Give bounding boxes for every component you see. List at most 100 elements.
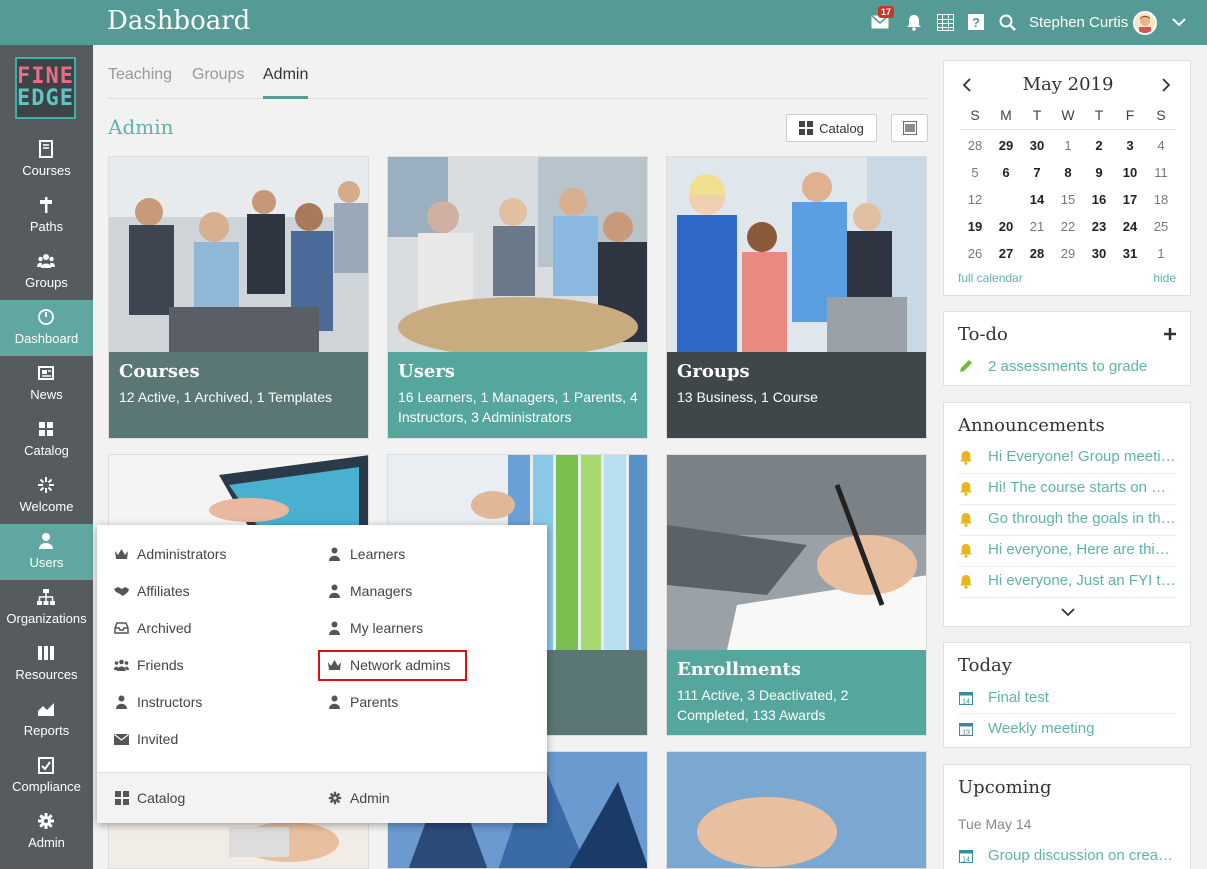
menu-item-label: Managers — [350, 583, 413, 599]
card-groups[interactable]: Groups 13 Business, 1 Course — [666, 156, 927, 439]
sidebar-item-organizations[interactable]: Organizations — [0, 580, 93, 636]
menu-item-affiliates[interactable]: Affiliates — [114, 581, 190, 601]
calendar-day[interactable]: 6 — [991, 159, 1021, 186]
calendar-day[interactable]: 2 — [1084, 132, 1114, 159]
calendar-day[interactable]: 9 — [1084, 159, 1114, 186]
calendar-weekday: T — [1094, 107, 1104, 123]
calendar-day[interactable]: 14 — [1022, 186, 1052, 213]
full-calendar-link[interactable]: full calendar — [958, 271, 1023, 285]
sidebar-item-welcome[interactable]: Welcome — [0, 468, 93, 524]
calendar-day[interactable]: 5 — [960, 159, 990, 186]
chevron-down-icon[interactable] — [1169, 12, 1189, 32]
sidebar-item-reports[interactable]: Reports — [0, 692, 93, 748]
calendar-day[interactable]: 13 — [991, 186, 1021, 213]
sidebar-item-resources[interactable]: Resources — [0, 636, 93, 692]
menu-item-learners[interactable]: Learners — [327, 544, 405, 564]
menu-item-catalog[interactable]: Catalog — [114, 788, 185, 808]
add-icon[interactable] — [1164, 328, 1176, 340]
calendar-day[interactable]: 23 — [1084, 213, 1114, 240]
gear-icon — [38, 813, 54, 829]
tab-groups[interactable]: Groups — [192, 66, 244, 84]
avatar[interactable] — [1133, 11, 1157, 35]
menu-item-my-learners[interactable]: My learners — [327, 618, 423, 638]
chevron-right-icon[interactable] — [1161, 78, 1171, 92]
calendar-day[interactable]: 29 — [991, 132, 1021, 159]
calendar-day[interactable]: 26 — [960, 240, 990, 267]
menu-item-invited[interactable]: Invited — [114, 729, 178, 749]
calendar-day[interactable]: 11 — [1146, 159, 1176, 186]
calendar-day[interactable]: 8 — [1053, 159, 1083, 186]
menu-item-parents[interactable]: Parents — [327, 692, 398, 712]
calendar-day[interactable]: 21 — [1022, 213, 1052, 240]
calendar-day[interactable]: 19 — [960, 213, 990, 240]
calendar-day[interactable]: 12 — [960, 186, 990, 213]
calendar-day[interactable]: 1 — [1053, 132, 1083, 159]
calendar-day[interactable]: 22 — [1053, 213, 1083, 240]
logo-line-1: FINE — [17, 64, 74, 89]
card-enrollments[interactable]: Enrollments 111 Active, 3 Deactivated, 2… — [666, 454, 927, 736]
calendar-day[interactable]: 3 — [1115, 132, 1145, 159]
calendar-grid-icon[interactable] — [935, 12, 955, 32]
logo[interactable]: FINE EDGE — [15, 57, 76, 119]
menu-item-friends[interactable]: Friends — [114, 655, 184, 675]
card-courses[interactable]: Courses 12 Active, 1 Archived, 1 Templat… — [108, 156, 369, 439]
calendar-day[interactable]: 28 — [960, 132, 990, 159]
announcement-item[interactable]: Hi! The course starts on Monday — [988, 479, 1176, 496]
calendar-day[interactable]: 17 — [1115, 186, 1145, 213]
help-icon[interactable]: ? — [966, 12, 986, 32]
sidebar-item-groups[interactable]: Groups — [0, 244, 93, 300]
card-reports[interactable] — [666, 751, 927, 869]
sidebar-item-compliance[interactable]: Compliance — [0, 748, 93, 804]
sidebar-item-news[interactable]: News — [0, 356, 93, 412]
sidebar-item-catalog[interactable]: Catalog — [0, 412, 93, 468]
calendar-day[interactable]: 1 — [1146, 240, 1176, 267]
sidebar-item-admin[interactable]: Admin — [0, 804, 93, 860]
chevron-down-icon[interactable] — [1061, 608, 1075, 617]
bell-icon[interactable] — [904, 12, 924, 32]
upcoming-item[interactable]: Group discussion on creative — [988, 847, 1176, 864]
search-icon[interactable] — [997, 12, 1017, 32]
today-item[interactable]: Weekly meeting — [988, 720, 1176, 737]
user-name[interactable]: Stephen Curtis — [1029, 14, 1128, 31]
calendar-day[interactable]: 7 — [1022, 159, 1052, 186]
calendar-day[interactable]: 31 — [1115, 240, 1145, 267]
calendar-day[interactable]: 15 — [1053, 186, 1083, 213]
menu-item-administrators[interactable]: Administrators — [114, 544, 226, 564]
calendar-day[interactable]: 29 — [1053, 240, 1083, 267]
card-users[interactable]: Users 16 Learners, 1 Managers, 1 Parents… — [387, 156, 648, 439]
calendar-day[interactable]: 27 — [991, 240, 1021, 267]
menu-item-instructors[interactable]: Instructors — [114, 692, 202, 712]
grid-icon — [114, 791, 129, 806]
users-image — [388, 157, 647, 352]
catalog-button[interactable]: Catalog — [786, 114, 877, 142]
calendar-day[interactable]: 25 — [1146, 213, 1176, 240]
view-toggle-button[interactable] — [891, 114, 928, 142]
calendar-day[interactable]: 30 — [1022, 132, 1052, 159]
calendar-day[interactable]: 28 — [1022, 240, 1052, 267]
calendar-day[interactable]: 4 — [1146, 132, 1176, 159]
calendar-day[interactable]: 24 — [1115, 213, 1145, 240]
tab-teaching[interactable]: Teaching — [108, 66, 172, 84]
calendar-day[interactable]: 10 — [1115, 159, 1145, 186]
hide-calendar-link[interactable]: hide — [1153, 271, 1176, 285]
announcement-item[interactable]: Hi everyone, Just an FYI that — [988, 572, 1176, 589]
calendar-day[interactable]: 18 — [1146, 186, 1176, 213]
menu-item-managers[interactable]: Managers — [327, 581, 412, 601]
announcement-item[interactable]: Hi Everyone! Group meeting — [988, 448, 1176, 465]
resources-icon — [38, 646, 54, 660]
card-title: Groups — [677, 361, 750, 382]
sidebar-item-users[interactable]: Users — [0, 524, 93, 580]
sidebar-item-paths[interactable]: Paths — [0, 188, 93, 244]
announcement-item[interactable]: Go through the goals in the course — [988, 510, 1176, 527]
menu-item-admin[interactable]: Admin — [327, 788, 390, 808]
sidebar-item-dashboard[interactable]: Dashboard — [0, 300, 93, 356]
today-item[interactable]: Final test — [988, 689, 1176, 706]
announcement-item[interactable]: Hi everyone, Here are this week's — [988, 541, 1176, 558]
sidebar-item-courses[interactable]: Courses — [0, 132, 93, 188]
menu-item-archived[interactable]: Archived — [114, 618, 191, 638]
tab-admin[interactable]: Admin — [263, 66, 308, 84]
calendar-day[interactable]: 30 — [1084, 240, 1114, 267]
calendar-day[interactable]: 16 — [1084, 186, 1114, 213]
calendar-day[interactable]: 20 — [991, 213, 1021, 240]
todo-item[interactable]: 2 assessments to grade — [988, 358, 1176, 375]
